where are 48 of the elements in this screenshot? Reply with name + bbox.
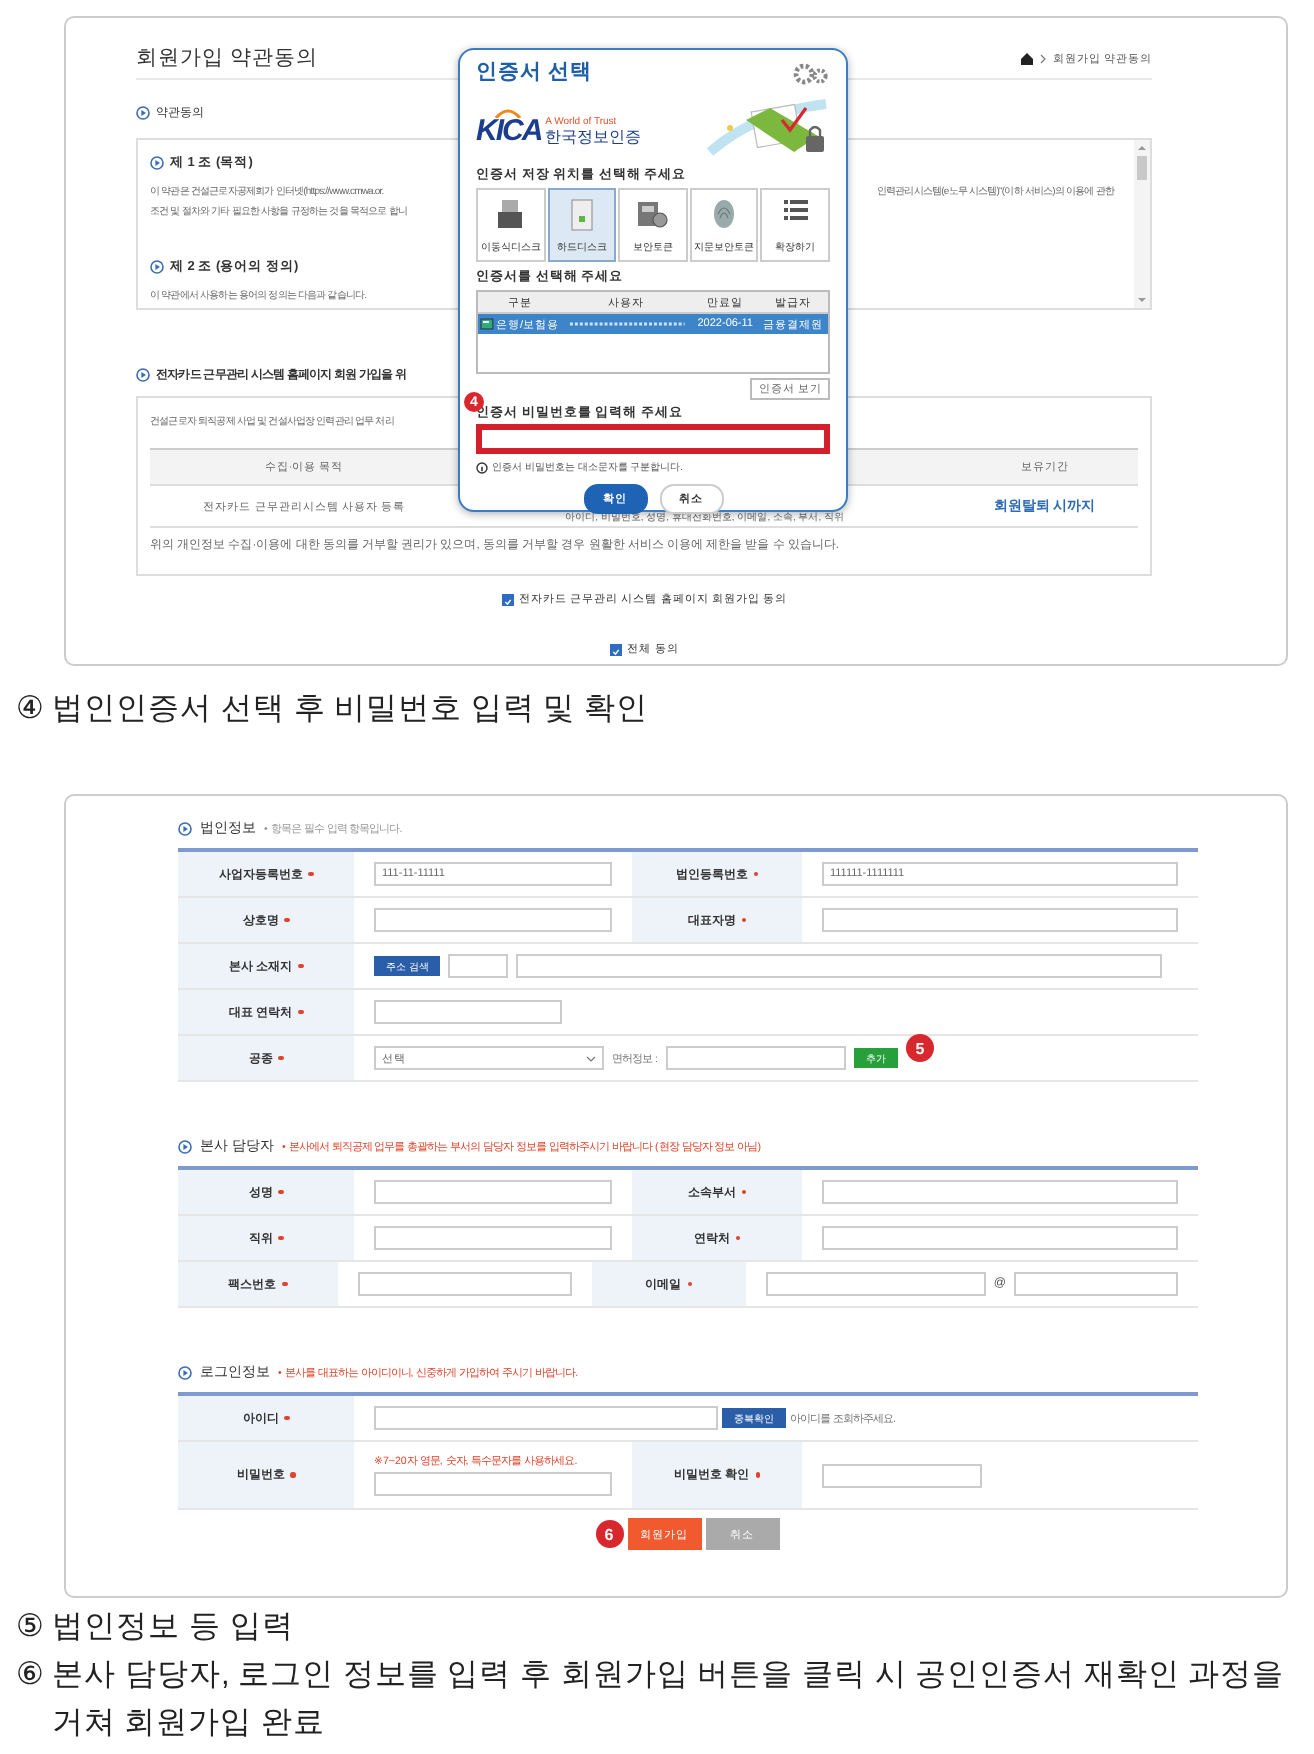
input-field[interactable] [516, 954, 1162, 978]
input-field[interactable] [374, 1472, 612, 1496]
input-field[interactable] [822, 908, 1178, 932]
checkbox[interactable] [501, 593, 514, 605]
step-caption: ④ 법인인증서 선택 후 비밀번호 입력 및 확인 [16, 690, 651, 730]
password-field[interactable] [476, 424, 830, 454]
dialog-title: 인증서 선택 [476, 57, 592, 85]
input-field[interactable] [374, 1406, 718, 1430]
input-field[interactable] [374, 1000, 562, 1024]
input-field[interactable] [765, 1272, 986, 1296]
input-field[interactable] [374, 908, 612, 932]
logo-name: 한국정보인증 [545, 127, 642, 145]
logo-text: KICA [476, 117, 542, 145]
step-badge: 6 [595, 1520, 623, 1548]
circle-arrow-icon [136, 368, 150, 382]
input-field[interactable] [357, 1272, 573, 1296]
tick-mark [611, 645, 620, 657]
list-icon [781, 198, 810, 222]
circle-arrow-icon [136, 106, 150, 120]
circle-arrow-icon [150, 260, 164, 274]
certificate-icon [480, 318, 494, 330]
input-field[interactable] [822, 1463, 982, 1487]
input-field[interactable] [822, 1226, 1178, 1250]
step-caption: ⑤ 법인정보 등 입력 [16, 1608, 296, 1648]
masked-text [565, 320, 688, 328]
info-icon [476, 461, 488, 473]
chevron-icon [586, 1055, 596, 1061]
usb-drive-icon [496, 198, 525, 230]
input-field[interactable] [822, 1180, 1178, 1204]
checkbox[interactable] [609, 643, 622, 655]
fingerprint-icon [712, 198, 737, 230]
page-title: 회원가입 약관동의 [136, 44, 318, 72]
circle-arrow-icon [178, 821, 192, 835]
logo-arc-icon [494, 107, 523, 117]
input-field[interactable] [448, 954, 509, 978]
input-field[interactable] [374, 1226, 612, 1250]
security-token-icon [636, 198, 669, 230]
circle-arrow-icon [178, 1365, 192, 1379]
circle-arrow-icon [178, 1139, 192, 1153]
input-field[interactable] [665, 1046, 846, 1070]
circle-arrow-icon [150, 156, 164, 170]
input-field[interactable] [1014, 1272, 1178, 1296]
step-badge: 5 [905, 1034, 934, 1062]
home-icon [1020, 51, 1035, 65]
step-caption: ⑥ 본사 담당자, 로그인 정보를 입력 후 회원가입 버튼을 클릭 시 공인인증서 재확인 과정을 거쳐 회원가입 완료 [16, 1656, 1287, 1744]
chevron-icon [1040, 53, 1047, 63]
input-field[interactable] [374, 1180, 612, 1204]
tick-mark [503, 595, 512, 607]
